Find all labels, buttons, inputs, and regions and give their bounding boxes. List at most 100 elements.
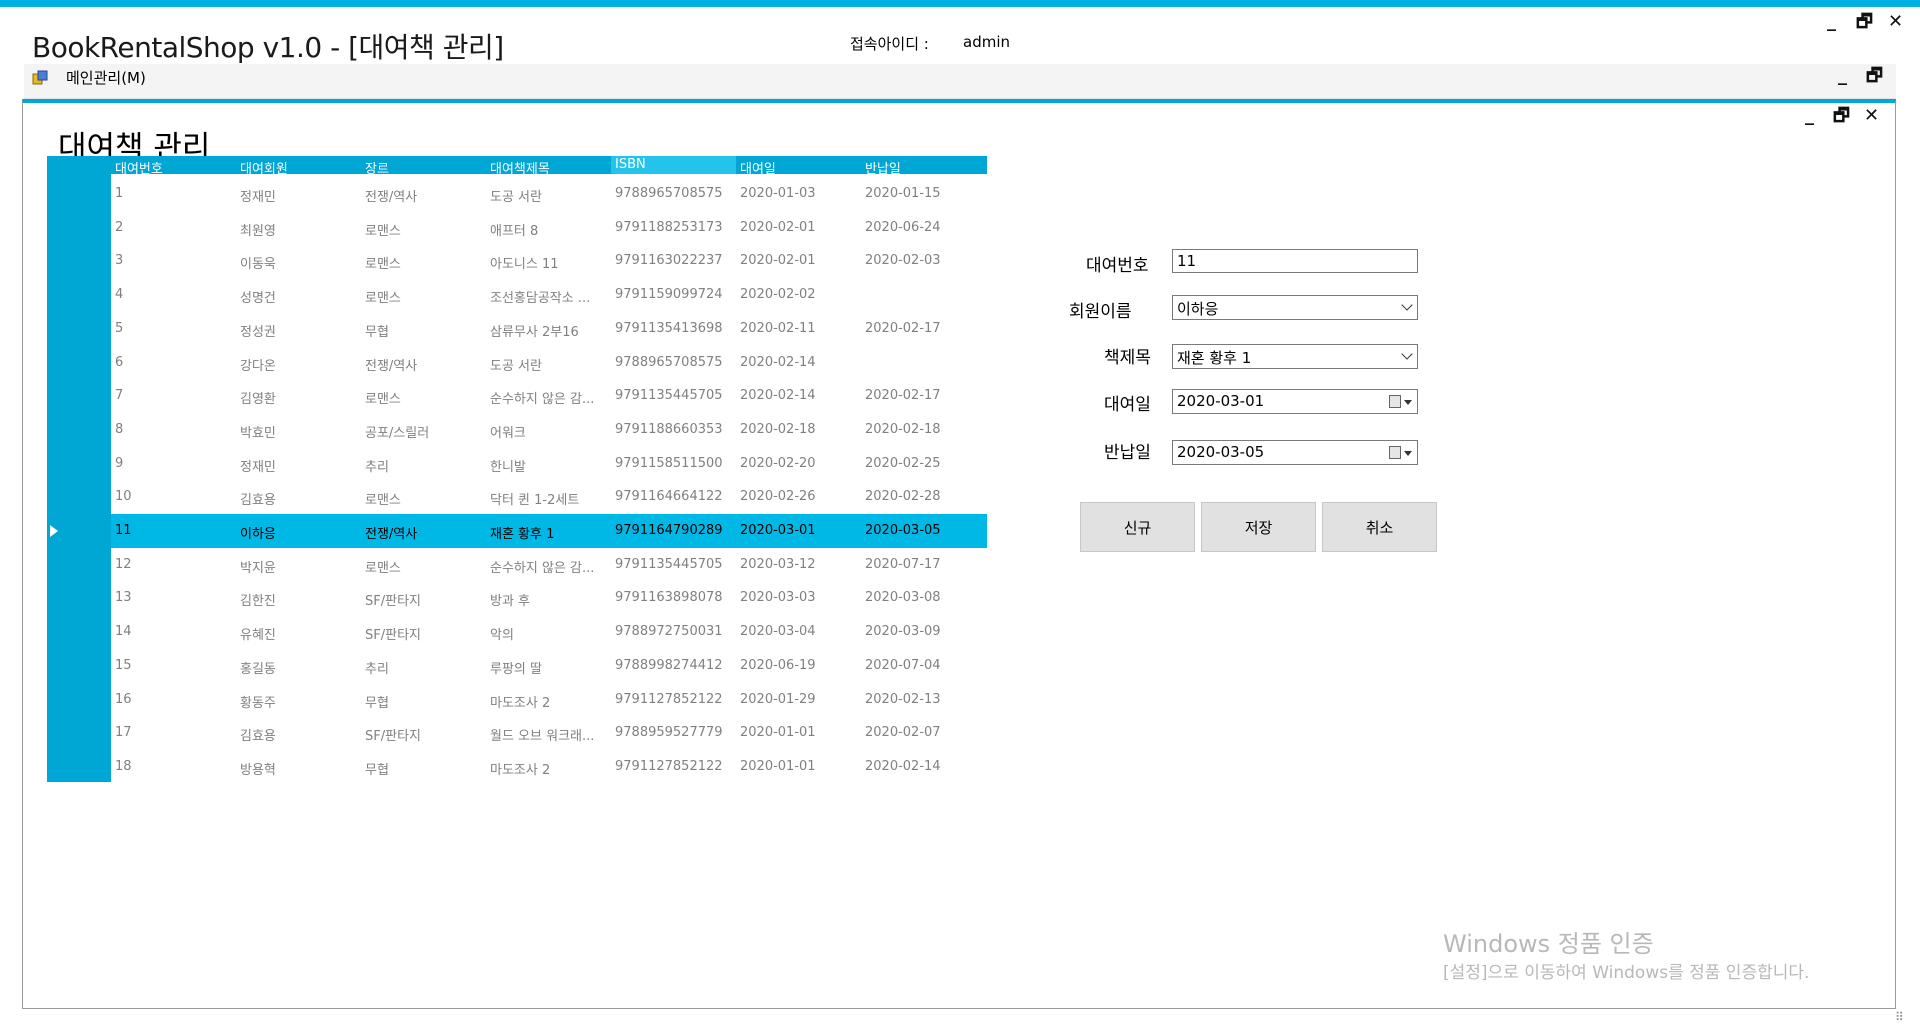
table-row[interactable]: 10 김효용 로맨스 닥터 퀸 1-2세트 9791164664122 2020-02-2… — [111, 480, 987, 514]
cell-member: 강다온 — [240, 358, 276, 374]
cell-member: 김효용 — [240, 493, 276, 509]
selected-row-arrow-icon — [50, 525, 58, 537]
book-title-combo[interactable]: 재혼 황후 1 — [1172, 344, 1418, 369]
grid-header-6[interactable]: 반납일 — [865, 158, 901, 177]
close-icon[interactable]: ✕ — [1888, 12, 1903, 32]
cell-genre: 전쟁/역사 — [365, 358, 418, 374]
cell-ret: 2020-02-13 — [865, 691, 941, 707]
cell-rent: 2020-03-12 — [740, 556, 816, 572]
cell-member: 홍길동 — [240, 661, 276, 677]
chevron-down-icon — [1401, 348, 1413, 360]
cell-ret: 2020-06-24 — [865, 219, 941, 235]
grid-header-0[interactable]: 대여번호 — [115, 158, 163, 177]
activation-watermark-text: [설정]으로 이동하여 Windows를 정품 인증합니다. — [1443, 963, 1810, 983]
cell-ret: 2020-02-25 — [865, 455, 941, 471]
cell-genre: 로맨스 — [365, 493, 401, 509]
table-row[interactable]: 7 김영환 로맨스 순수하지 않은 감... 9791135445705 2020-02-… — [111, 379, 987, 413]
cell-member: 황동주 — [240, 695, 276, 711]
cell-genre: SF/판타지 — [365, 628, 421, 644]
mdi-minimize-icon[interactable]: _ — [1838, 66, 1847, 86]
child-minimize-icon[interactable]: _ — [1805, 106, 1814, 126]
cell-isbn: 9791135445705 — [615, 388, 723, 404]
table-row[interactable]: 15 홍길동 추리 루팡의 딸 9788998274412 2020-06-19 2020-… — [111, 649, 987, 683]
cell-genre: 추리 — [365, 459, 389, 475]
table-row[interactable]: 18 방용혁 무협 마도조사 2 9791127852122 2020-01-01 2020… — [111, 750, 987, 784]
cell-rent: 2020-03-01 — [740, 523, 816, 538]
child-close-icon[interactable]: ✕ — [1864, 106, 1879, 126]
menu-main-management[interactable]: 메인관리(M) — [66, 67, 146, 88]
minimize-icon[interactable]: _ — [1827, 12, 1836, 32]
cell-no: 4 — [115, 287, 124, 303]
return-date-picker[interactable]: 2020-03-05 — [1172, 440, 1418, 465]
login-id-value: admin — [963, 33, 1010, 51]
grid-header-3[interactable]: 대여책제목 — [490, 158, 550, 177]
resize-grip-icon[interactable]: ⠿ — [1895, 1010, 1904, 1024]
table-row[interactable]: 14 유혜진 SF/판타지 악의 9788972750031 2020-03-04 2020… — [111, 615, 987, 649]
table-row[interactable]: 1 정재민 전쟁/역사 도공 서란 9788965708575 2020-01-03 202… — [111, 177, 987, 211]
grid-header-2[interactable]: 장르 — [365, 158, 389, 177]
table-row[interactable]: 9 정재민 추리 한니발 9791158511500 2020-02-20 2020-02-… — [111, 447, 987, 481]
table-row[interactable]: 17 김효용 SF/판타지 월드 오브 워크래... 9788959527779 2020… — [111, 716, 987, 750]
grid-header-1[interactable]: 대여회원 — [240, 158, 288, 177]
rent-date-picker[interactable]: 2020-03-01 — [1172, 389, 1418, 414]
table-row[interactable]: 12 박지윤 로맨스 순수하지 않은 감... 9791135445705 2020-03… — [111, 548, 987, 582]
table-row[interactable]: 8 박효민 공포/스릴러 어워크 9791188660353 2020-02-18 2020… — [111, 413, 987, 447]
mdi-restore-icon[interactable]: 🗗 — [1866, 66, 1883, 86]
cell-member: 이하응 — [240, 527, 276, 542]
cell-no: 8 — [115, 421, 124, 437]
cell-isbn: 9791188660353 — [615, 421, 723, 437]
member-name-combo[interactable]: 이하응 — [1172, 295, 1418, 320]
rental-no-field[interactable]: 11 — [1172, 249, 1418, 273]
cell-member: 최원영 — [240, 223, 276, 239]
table-row[interactable]: 3 이동욱 로맨스 아도니스 11 9791163022237 2020-02-01 202… — [111, 244, 987, 278]
cell-title: 닥터 퀸 1-2세트 — [490, 493, 580, 509]
cell-ret: 2020-02-17 — [865, 388, 941, 404]
cell-ret: 2020-02-17 — [865, 320, 941, 336]
cancel-button[interactable]: 취소 — [1322, 502, 1437, 552]
save-button[interactable]: 저장 — [1201, 502, 1316, 552]
table-row-selected[interactable]: 11 이하응 전쟁/역사 재혼 황후 1 9791164790289 2020-03-01… — [111, 514, 987, 548]
grid-row-header[interactable] — [47, 156, 111, 782]
cell-isbn: 9791164664122 — [615, 489, 723, 505]
member-name-value: 이하응 — [1177, 300, 1219, 318]
cell-member: 김영환 — [240, 392, 276, 408]
child-restore-icon[interactable]: 🗗 — [1833, 106, 1850, 126]
cell-member: 정성권 — [240, 324, 276, 340]
cell-member: 김한진 — [240, 594, 276, 610]
cell-no: 15 — [115, 657, 132, 673]
table-row[interactable]: 16 황동주 무협 마도조사 2 9791127852122 2020-01-29 2020… — [111, 683, 987, 717]
cell-genre: 전쟁/역사 — [365, 190, 418, 205]
cell-isbn: 9788972750031 — [615, 624, 723, 640]
cell-isbn: 9788965708575 — [615, 186, 723, 201]
table-row[interactable]: 5 정성권 무협 삼류무사 2부16 9791135413698 2020-02-11 20… — [111, 312, 987, 346]
grid-header-4[interactable]: ISBN — [611, 156, 736, 174]
table-row[interactable]: 4 성명건 로맨스 조선홍담공작소 ... 9791159099724 2020-02-0… — [111, 278, 987, 312]
cell-ret: 2020-02-07 — [865, 725, 941, 741]
table-row[interactable]: 2 최원영 로맨스 애프터 8 9791188253173 2020-02-01 2020-… — [111, 211, 987, 245]
cell-genre: 전쟁/역사 — [365, 527, 418, 542]
table-row[interactable]: 6 강다온 전쟁/역사 도공 서란 9788965708575 2020-02-14 — [111, 346, 987, 380]
cell-rent: 2020-01-29 — [740, 691, 816, 707]
cell-rent: 2020-01-03 — [740, 186, 816, 201]
cell-no: 6 — [115, 354, 124, 370]
restore-icon[interactable]: 🗗 — [1856, 12, 1873, 32]
cell-isbn: 9788959527779 — [615, 725, 723, 741]
cell-rent: 2020-02-01 — [740, 253, 816, 269]
grid-header-5[interactable]: 대여일 — [740, 158, 776, 177]
cell-rent: 2020-03-04 — [740, 624, 816, 640]
member-name-label: 회원이름 — [1069, 302, 1132, 322]
cell-no: 5 — [115, 320, 124, 336]
cell-title: 한니발 — [490, 459, 526, 475]
cell-member: 박지윤 — [240, 560, 276, 576]
calendar-icon — [1389, 446, 1401, 459]
window-accent-bar — [0, 0, 1920, 7]
cell-ret: 2020-03-09 — [865, 624, 941, 640]
cell-no: 3 — [115, 253, 124, 269]
rent-date-label: 대여일 — [1104, 395, 1151, 415]
new-button[interactable]: 신규 — [1080, 502, 1195, 552]
cell-title: 조선홍담공작소 ... — [490, 291, 591, 307]
cell-isbn: 9791158511500 — [615, 455, 723, 471]
cell-genre: 로맨스 — [365, 392, 401, 408]
cell-no: 11 — [115, 523, 132, 538]
table-row[interactable]: 13 김한진 SF/판타지 방과 후 9791163898078 2020-03-03 20… — [111, 581, 987, 615]
